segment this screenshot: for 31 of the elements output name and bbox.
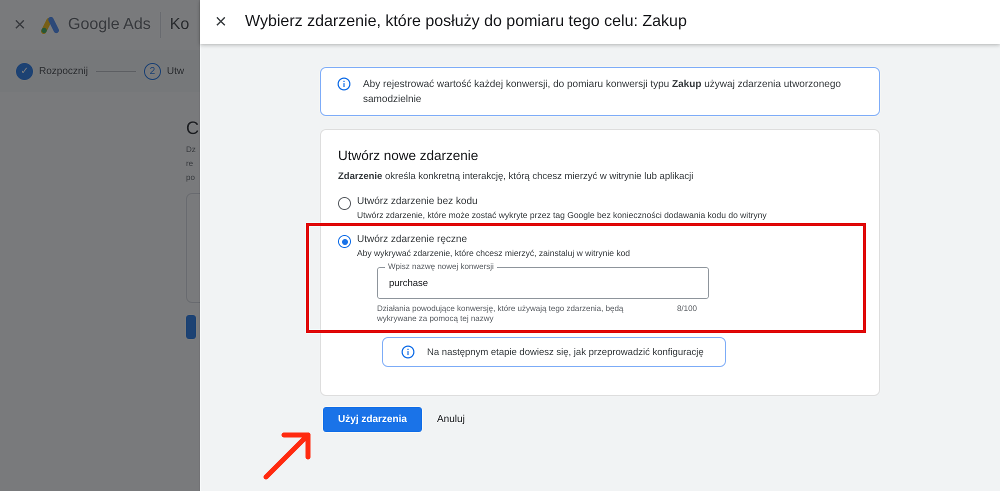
card-description: Zdarzenie określa konkretną interakcję, którą chcesz mierzyć w witrynie lub aplikacji xyxy=(338,171,694,182)
option-description: Aby wykrywać zdarzenie, które chcesz mierzyć, zainstaluj w witrynie kod xyxy=(357,248,632,258)
option-label: Utwórz zdarzenie bez kodu xyxy=(357,196,479,207)
step-label: Rozpocznij xyxy=(39,66,88,76)
info-icon xyxy=(337,77,351,91)
radio-button[interactable] xyxy=(338,197,351,210)
check-icon: ✓ xyxy=(16,62,33,80)
character-counter: 8/100 xyxy=(676,304,697,315)
helper-text: Działania powodujące konwersję, które używają tego zdarzenia, będą wykrywane za pomocą tej nazwy xyxy=(377,304,624,324)
radio-button[interactable] xyxy=(338,235,351,248)
product-name: Google Ads xyxy=(68,16,151,34)
field-label: Wpisz nazwę nowej konwersji xyxy=(385,262,497,272)
use-event-button[interactable]: Użyj zdarzenia xyxy=(323,407,422,432)
info-icon xyxy=(401,345,415,359)
body-text: re xyxy=(186,158,194,170)
cancel-button[interactable]: Anuluj xyxy=(427,407,475,432)
close-button[interactable]: × xyxy=(215,12,231,32)
page-title: Ko xyxy=(170,16,190,34)
banner-text: Aby rejestrować wartość każdej konwersji, do pomiaru konwersji typu Zakup używaj zdarzenia utworzonego samodzielnie xyxy=(363,78,842,107)
option-description: Utwórz zdarzenie, które może zostać wykryte przez tag Google bez konieczności dodawania kodu do witryny xyxy=(357,210,767,220)
body-text: po xyxy=(186,172,196,184)
logo-icon xyxy=(40,16,60,34)
step-number: 2 xyxy=(144,62,161,80)
option-label: Utwórz zdarzenie ręczne xyxy=(357,234,468,245)
heading: C xyxy=(186,118,199,139)
step-label: Utw xyxy=(166,66,184,76)
dialog-title: Wybierz zdarzenie, które posłuży do pomiaru tego celu: Zakup xyxy=(245,13,687,31)
card-title: Utwórz nowe zdarzenie xyxy=(338,148,480,163)
body-text: Dz xyxy=(186,144,197,156)
note-text: Na następnym etapie dowiesz się, jak przeprowadzić konfigurację xyxy=(427,346,704,358)
button[interactable] xyxy=(186,315,196,339)
